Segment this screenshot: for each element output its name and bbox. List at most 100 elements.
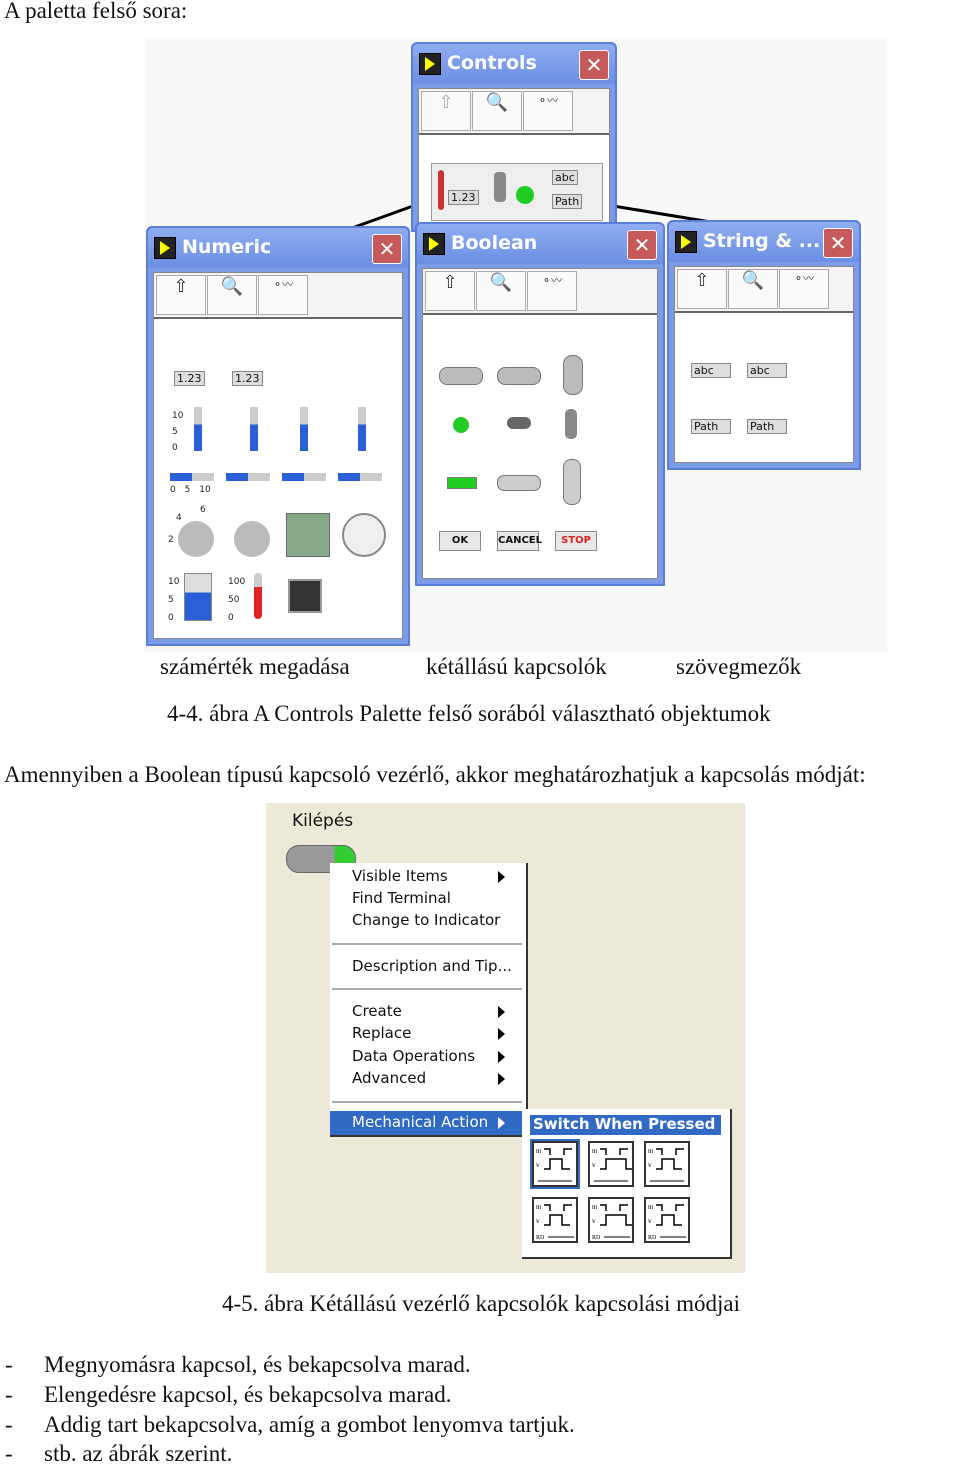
svg-text:m: m (648, 1203, 654, 1211)
numeric-indicator[interactable]: 1.23 (232, 371, 263, 386)
search-icon[interactable]: 🔍 (207, 275, 257, 315)
push-button[interactable] (497, 367, 541, 385)
figure-caption: 4-4. ábra A Controls Palette felső soráb… (167, 701, 771, 726)
thermometer[interactable] (254, 573, 262, 619)
mechanical-action-option[interactable]: m v RD (588, 1197, 634, 1243)
toggle-icon (494, 172, 506, 202)
menu-item-replace[interactable]: Replace (352, 1024, 411, 1042)
close-button[interactable]: ✕ (579, 50, 609, 80)
string-indicator[interactable]: abc (747, 363, 787, 378)
close-button[interactable]: ✕ (823, 228, 853, 258)
mechanical-action-option[interactable]: mv (588, 1141, 634, 1187)
numeric-control[interactable]: 1.23 (174, 371, 205, 386)
caption-string: szövegmezők (676, 654, 802, 679)
options-icon[interactable]: ⚬〰 (258, 275, 308, 315)
controls-palette: Controls ✕ ⇧ 🔍 ⚬〰 1.23 abc Path (411, 42, 617, 232)
svg-text:v: v (536, 1161, 540, 1169)
up-arrow-icon[interactable]: ⇧ (421, 91, 471, 131)
thermometer-icon (438, 170, 444, 210)
horizontal-slider[interactable] (226, 473, 270, 481)
list-dash: - (5, 1352, 13, 1377)
menu-item-advanced[interactable]: Advanced (352, 1069, 426, 1087)
window-title: Boolean (451, 232, 538, 254)
list-dash: - (5, 1382, 13, 1407)
control-label: Kilépés (292, 811, 354, 831)
tank-scale: 10 5 0 (168, 577, 180, 623)
options-icon[interactable]: ⚬〰 (779, 269, 829, 309)
close-button[interactable]: ✕ (627, 230, 657, 260)
vertical-slider[interactable] (194, 407, 202, 451)
menu-item-description[interactable]: Description and Tip... (352, 957, 512, 975)
round-led[interactable] (453, 417, 469, 433)
labview-icon (675, 231, 697, 253)
rocker-switch[interactable] (563, 355, 583, 395)
numeric-palette: Numeric ✕ ⇧ 🔍 ⚬〰 1.23 1.23 10 5 0 0 5 10 4 … (146, 226, 410, 646)
stop-button[interactable]: STOP (555, 531, 597, 551)
submenu-arrow-icon (498, 1051, 505, 1063)
list-item: Addig tart bekapcsolva, amíg a gombot le… (44, 1412, 575, 1437)
up-arrow-icon[interactable]: ⇧ (425, 271, 475, 311)
knob[interactable] (178, 521, 214, 557)
svg-text:m: m (536, 1147, 542, 1155)
palette-row: 1.23 abc Path (431, 163, 603, 221)
numeric-category[interactable]: 1.23 (448, 190, 479, 205)
mechanical-action-option[interactable]: mv (644, 1141, 690, 1187)
mechanical-action-option[interactable]: m v RD (644, 1197, 690, 1243)
vertical-fill[interactable] (358, 407, 366, 451)
list-dash: - (5, 1412, 13, 1437)
vertical-fill[interactable] (300, 407, 308, 451)
menu-item-create[interactable]: Create (352, 1002, 402, 1020)
mechanical-action-option[interactable]: m v RD (532, 1197, 578, 1243)
search-icon[interactable]: 🔍 (728, 269, 778, 309)
knob-mark: 6 (200, 505, 206, 515)
boolean-palette: Boolean ✕ ⇧ 🔍 ⚬〰 OK CANCEL STOP (415, 222, 665, 586)
string-category[interactable]: abc (552, 170, 578, 185)
vslider-scale: 10 5 0 (172, 411, 184, 453)
svg-text:m: m (536, 1203, 542, 1211)
svg-text:RD: RD (592, 1235, 601, 1241)
submenu-title: Switch When Pressed (530, 1115, 721, 1135)
gauge[interactable] (342, 513, 386, 557)
submenu-arrow-icon (498, 1006, 505, 1018)
meter[interactable] (286, 513, 330, 557)
horizontal-fill[interactable] (282, 473, 326, 481)
options-icon[interactable]: ⚬〰 (527, 271, 577, 311)
menu-item-mechanical-action[interactable]: Mechanical Action (330, 1111, 524, 1135)
toggle-switch[interactable] (507, 417, 531, 429)
menu-item-visible-items[interactable]: Visible Items (352, 867, 448, 885)
up-arrow-icon[interactable]: ⇧ (156, 275, 206, 315)
menu-item-find-terminal[interactable]: Find Terminal (352, 889, 451, 907)
menu-item-data-operations[interactable]: Data Operations (352, 1047, 475, 1065)
color-box[interactable] (288, 579, 322, 613)
menu-item-change-to-indicator[interactable]: Change to Indicator (352, 911, 500, 929)
search-icon[interactable]: 🔍 (472, 91, 522, 131)
search-icon[interactable]: 🔍 (476, 271, 526, 311)
labview-icon (419, 53, 441, 75)
square-led[interactable] (447, 477, 477, 489)
toggle-switch[interactable] (565, 409, 577, 439)
figure-caption: 4-5. ábra Kétállású vezérlő kapcsolók ka… (222, 1291, 740, 1316)
vertical-slide-switch[interactable] (563, 459, 581, 505)
horizontal-fill[interactable] (338, 473, 382, 481)
cancel-button[interactable]: CANCEL (497, 531, 542, 551)
submenu-arrow-icon (498, 1117, 505, 1129)
mechanical-action-option[interactable]: mv (530, 1139, 580, 1189)
string-control[interactable]: abc (691, 363, 731, 378)
dial[interactable] (234, 521, 270, 557)
tank[interactable] (184, 573, 212, 621)
up-arrow-icon[interactable]: ⇧ (677, 269, 727, 309)
ok-button[interactable]: OK (439, 531, 481, 551)
svg-text:m: m (592, 1147, 598, 1155)
path-indicator[interactable]: Path (747, 419, 787, 434)
horizontal-slider[interactable] (170, 473, 214, 481)
labview-icon (154, 237, 176, 259)
push-button[interactable] (439, 367, 483, 385)
list-item: Megnyomásra kapcsol, és bekapcsolva mara… (44, 1352, 471, 1377)
vertical-slider[interactable] (250, 407, 258, 451)
slide-switch[interactable] (497, 475, 541, 491)
led-icon[interactable] (516, 186, 534, 204)
svg-text:m: m (592, 1203, 598, 1211)
close-button[interactable]: ✕ (372, 234, 402, 264)
options-icon[interactable]: ⚬〰 (523, 91, 573, 131)
path-control[interactable]: Path (691, 419, 731, 434)
